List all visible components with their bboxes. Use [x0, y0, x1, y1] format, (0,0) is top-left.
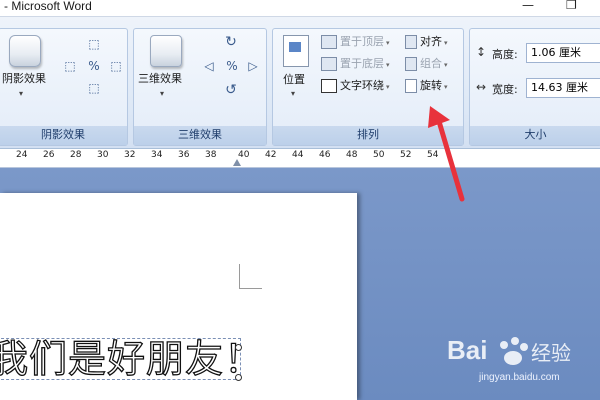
- tilt-down-icon[interactable]: ↺: [224, 83, 238, 97]
- size-group-label: 大小: [470, 126, 600, 145]
- ruler-tick: 36: [178, 150, 190, 160]
- indent-marker-icon[interactable]: [233, 159, 241, 166]
- ruler-tick: 52: [400, 150, 412, 160]
- ruler-tick: 38: [205, 150, 217, 160]
- rotate-icon: [405, 79, 417, 93]
- group-button[interactable]: 组合 ▾: [405, 55, 448, 73]
- width-label: 宽度:: [492, 83, 518, 96]
- margin-corner-mark: [239, 264, 262, 289]
- minimize-icon[interactable]: —: [522, 0, 534, 12]
- ruler-tick: 26: [43, 150, 55, 160]
- text-wrap-label: 文字环绕: [340, 79, 384, 92]
- watermark-url: jingyan.baidu.com: [479, 372, 560, 383]
- align-label: 对齐: [420, 35, 442, 48]
- restore-icon[interactable]: ❐: [566, 0, 577, 12]
- shadow-effects-group: 阴影效果 ▾ ⬚ ⬚ % ⬚ ⬚ 阴影效果: [0, 28, 128, 146]
- ruler-tick: 28: [70, 150, 82, 160]
- height-value: 1.06 厘米: [531, 46, 581, 59]
- tilt-up-icon[interactable]: ↻: [224, 35, 238, 49]
- window-title: - Microsoft Word: [4, 0, 92, 13]
- svg-text:Bai: Bai: [447, 335, 487, 365]
- height-input[interactable]: 1.06 厘米 ▲▼: [526, 43, 600, 63]
- height-label: 高度:: [492, 48, 518, 61]
- tilt-right-icon[interactable]: ▷: [246, 59, 260, 73]
- resize-handle[interactable]: [235, 344, 242, 351]
- align-button[interactable]: 对齐 ▾: [405, 33, 448, 51]
- send-back-icon: [321, 57, 337, 71]
- 3d-effect-icon[interactable]: [150, 35, 182, 67]
- rotate-label: 旋转: [420, 79, 442, 92]
- wordart-text[interactable]: 我们是好朋友！: [0, 338, 263, 379]
- shadow-toggle-icon[interactable]: %: [87, 59, 101, 73]
- ruler-tick: 24: [16, 150, 28, 160]
- position-icon[interactable]: [283, 35, 309, 67]
- horizontal-ruler[interactable]: 24 26 28 30 32 34 36 38 40 42 44 46 48 5…: [0, 149, 600, 168]
- bring-to-front-button[interactable]: 置于顶层 ▾: [321, 33, 390, 51]
- ruler-tick: 44: [292, 150, 304, 160]
- height-icon: ↕: [475, 45, 487, 59]
- 3d-effect-button[interactable]: 三维效果: [138, 70, 182, 86]
- send-to-back-button[interactable]: 置于底层 ▾: [321, 55, 390, 73]
- width-input[interactable]: 14.63 厘米 ▲▼: [526, 78, 600, 98]
- rotate-button[interactable]: 旋转 ▾: [405, 77, 448, 95]
- nudge-left-icon[interactable]: ⬚: [63, 59, 77, 73]
- ruler-tick: 42: [265, 150, 277, 160]
- ruler-tick: 34: [151, 150, 163, 160]
- chevron-down-icon[interactable]: ▾: [160, 89, 164, 98]
- nudge-up-icon[interactable]: ⬚: [87, 37, 101, 51]
- bring-front-label: 置于顶层: [340, 35, 384, 48]
- shadow-effect-button[interactable]: 阴影效果: [2, 70, 46, 86]
- svg-text:经验: 经验: [531, 341, 571, 365]
- resize-handle[interactable]: [235, 374, 242, 381]
- 3d-toggle-icon[interactable]: %: [225, 59, 239, 73]
- chevron-down-icon[interactable]: ▾: [291, 89, 295, 98]
- ruler-tick: 46: [319, 150, 331, 160]
- shadow-effect-icon[interactable]: [9, 35, 41, 67]
- chevron-down-icon[interactable]: ▾: [19, 89, 23, 98]
- width-value: 14.63 厘米: [531, 81, 588, 94]
- text-wrap-icon: [321, 79, 337, 93]
- title-bar: - Microsoft Word — ❐: [0, 0, 600, 17]
- send-back-label: 置于底层: [340, 57, 384, 70]
- baidu-logo-icon: Bai 经验: [447, 335, 571, 365]
- annotation-arrow-icon: [428, 106, 465, 202]
- width-icon: ↔: [475, 80, 487, 94]
- nudge-right-icon[interactable]: ⬚: [109, 59, 123, 73]
- text-wrap-button[interactable]: 文字环绕 ▾: [321, 77, 390, 95]
- size-group: ↕ 高度: 1.06 厘米 ▲▼ ↔ 宽度: 14.63 厘米 ▲▼ 大小: [469, 28, 600, 146]
- ruler-tick: 30: [97, 150, 109, 160]
- position-button[interactable]: 位置: [283, 71, 305, 87]
- bring-front-icon: [321, 35, 337, 49]
- shadow-group-label: 阴影效果: [0, 126, 127, 145]
- 3d-effects-group: 三维效果 ▾ ↻ ◁ % ▷ ↺ 三维效果: [133, 28, 267, 146]
- tilt-left-icon[interactable]: ◁: [202, 59, 216, 73]
- group-label: 组合: [420, 57, 442, 70]
- ruler-tick: 48: [346, 150, 358, 160]
- ruler-tick: 32: [124, 150, 136, 160]
- nudge-down-icon[interactable]: ⬚: [87, 81, 101, 95]
- align-icon: [405, 35, 417, 49]
- 3d-group-label: 三维效果: [134, 126, 266, 145]
- group-icon: [405, 57, 417, 71]
- ruler-tick: 50: [373, 150, 385, 160]
